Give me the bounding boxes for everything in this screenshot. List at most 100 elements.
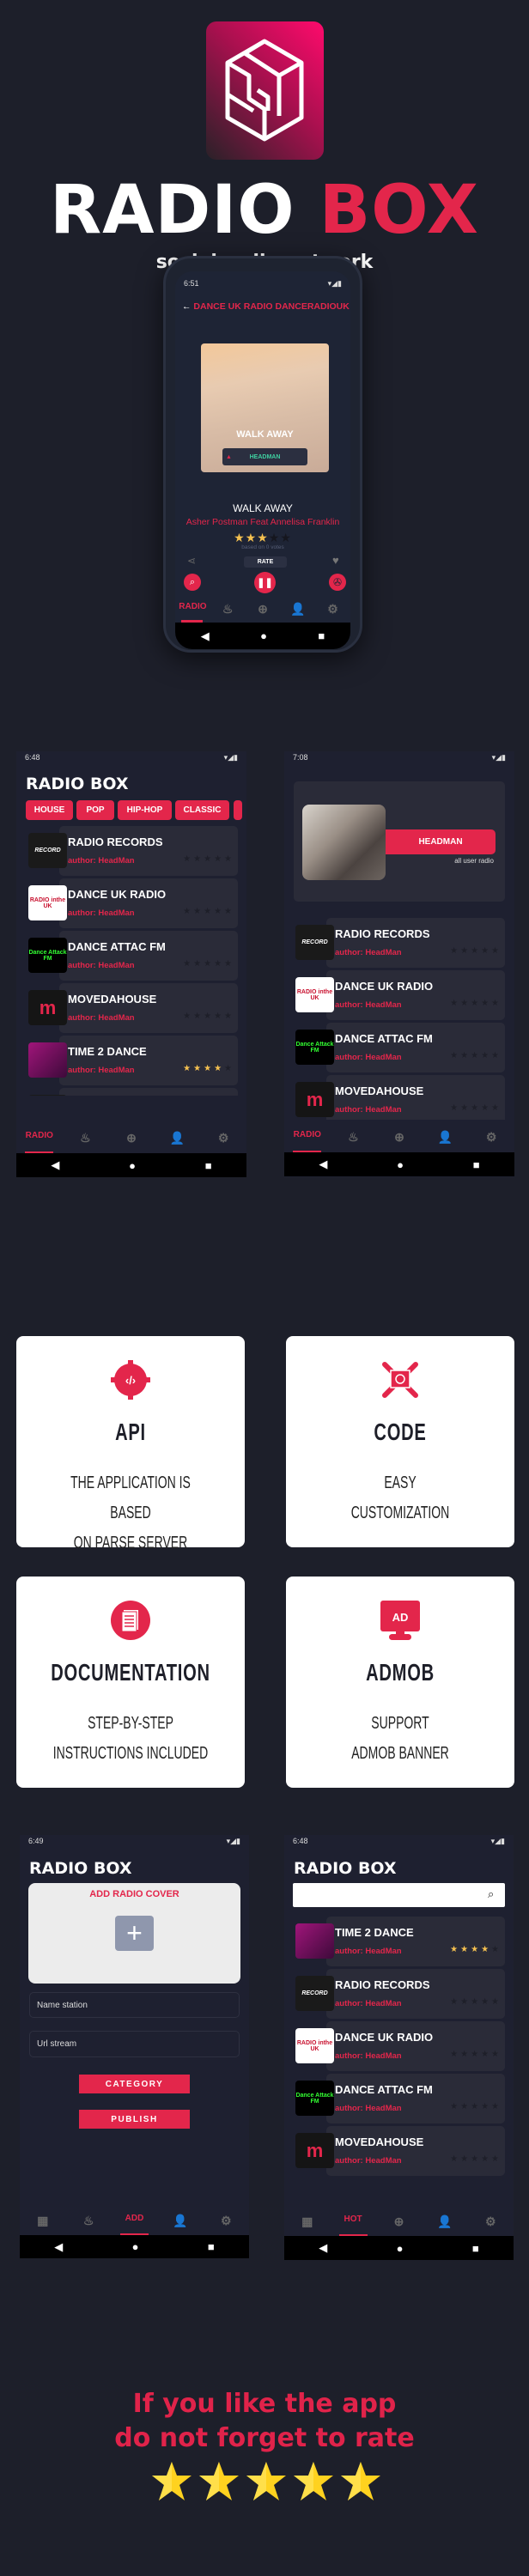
station-card[interactable]: RADIO RECORDS author: HeadMan ★★★★★ xyxy=(59,826,238,876)
station-card[interactable]: DANCE ATTAC FM author: HeadMan ★★★★★ xyxy=(326,1023,505,1072)
star-icon: ★ xyxy=(471,2050,482,2059)
station-card[interactable]: MOVEDAHOUSE author: HeadMan ★★★★★ xyxy=(326,2126,505,2176)
nav-tab-plus-circle[interactable]: ⊕ xyxy=(376,1130,423,1145)
station-card[interactable]: MOVEDAHOUSE author: HeadMan ★★★★★ xyxy=(326,1075,505,1120)
nav-tab-user[interactable]: 👤 xyxy=(422,2215,467,2229)
nav-tab-gear[interactable]: ⚙ xyxy=(204,2214,249,2228)
nav-tab-add[interactable]: ADD xyxy=(112,2214,157,2228)
nav-tab-user[interactable]: 👤 xyxy=(280,602,315,617)
share-icon[interactable]: ⋖ xyxy=(187,555,196,567)
star-icon[interactable]: ★ xyxy=(269,531,281,544)
url-stream-input[interactable]: Url stream xyxy=(29,2031,240,2057)
back-icon[interactable]: ◀ xyxy=(319,2241,327,2255)
plus-icon[interactable]: + xyxy=(115,1916,154,1951)
nav-tab-gear[interactable]: ⚙ xyxy=(468,1130,514,1145)
nav-tab-user[interactable]: 👤 xyxy=(157,2214,203,2228)
home-icon[interactable]: ● xyxy=(397,2242,404,2255)
chip-hip-hop[interactable]: HIP-HOP xyxy=(118,800,172,820)
back-arrow-icon[interactable]: ← xyxy=(182,301,193,312)
star-icon[interactable] xyxy=(198,2461,240,2502)
nav-tab-hot[interactable]: HOT xyxy=(330,2215,375,2229)
recents-icon[interactable]: ■ xyxy=(473,1158,480,1171)
search-button[interactable]: ⌕ xyxy=(184,574,201,591)
nav-tab-user[interactable]: 👤 xyxy=(155,1131,201,1145)
nav-tab-radio[interactable]: RADIO xyxy=(175,602,210,617)
recents-icon[interactable]: ■ xyxy=(208,2240,215,2253)
star-icon[interactable]: ★ xyxy=(246,531,258,544)
reel-icon[interactable]: ✇ xyxy=(329,574,346,591)
user-name-button[interactable]: HEADMAN xyxy=(386,829,496,854)
nav-tab-plus-circle[interactable]: ⊕ xyxy=(108,1131,155,1145)
station-card[interactable]: RADIO RECORDS author: HeadMan ★★★★★ xyxy=(326,1969,505,2019)
station-rating: ★★★★★ xyxy=(450,1945,502,1954)
recents-icon[interactable]: ■ xyxy=(205,1159,212,1172)
gear-icon: ⚙ xyxy=(485,1130,497,1144)
station-card[interactable]: DANCE ATTAC FM author: HeadMan ★★★★★ xyxy=(326,2074,505,2123)
star-icon[interactable] xyxy=(150,2461,193,2502)
nav-tab-speaker[interactable]: ▦ xyxy=(20,2214,65,2228)
station-list: RADIO RECORDS author: HeadMan ★★★★★ RECORD D… xyxy=(16,826,246,1096)
track-artist: Asher Postman Feat Annelisa Franklin xyxy=(185,517,340,527)
station-thumbnail: RECORD xyxy=(28,1095,67,1096)
station-rating: ★★★★★ xyxy=(183,907,234,916)
search-icon[interactable]: ⌕ xyxy=(488,1887,494,1901)
pause-button[interactable]: ❚❚ xyxy=(254,572,276,593)
publish-button[interactable]: PUBLISH xyxy=(79,2110,190,2129)
chip-pop[interactable]: POP xyxy=(76,800,114,820)
nav-tab-gear[interactable]: ⚙ xyxy=(468,2215,514,2229)
brand-title-box: BOX xyxy=(319,172,479,249)
nav-tab-radio[interactable]: RADIO xyxy=(16,1131,63,1145)
star-icon[interactable] xyxy=(292,2461,335,2502)
star-icon[interactable]: ★ xyxy=(234,531,246,544)
station-card[interactable]: MOVEDAHOUSE author: HeadMan ★★★★★ xyxy=(59,983,238,1033)
rating-stars[interactable] xyxy=(150,2461,382,2504)
add-cover-box[interactable]: ADD RADIO COVER + xyxy=(28,1883,240,1984)
station-card[interactable]: TIME 2 DANCE author: HeadMan ★★★★★ xyxy=(59,1036,238,1085)
chip-house[interactable]: HOUSE xyxy=(26,800,73,820)
station-card[interactable]: DANCE UK RADIO author: HeadMan ★★★★★ xyxy=(326,970,505,1020)
nav-tab-user[interactable]: 👤 xyxy=(423,1130,469,1145)
home-icon[interactable]: ● xyxy=(260,629,267,642)
nav-tab-speaker[interactable]: ▦ xyxy=(284,2215,330,2229)
home-icon[interactable]: ● xyxy=(397,1158,404,1171)
recents-icon[interactable]: ■ xyxy=(318,629,325,642)
nav-tab-flame[interactable]: ♨ xyxy=(63,1131,109,1145)
chip-classic[interactable]: CLASSIC xyxy=(175,800,229,820)
star-icon[interactable]: ★ xyxy=(280,531,292,544)
home-icon[interactable]: ● xyxy=(132,2240,139,2253)
track-rating[interactable]: ★★★★★ xyxy=(175,531,350,545)
nav-tab-gear[interactable]: ⚙ xyxy=(200,1131,246,1145)
star-icon[interactable] xyxy=(339,2461,382,2502)
system-nav-bar: ◀ ● ■ xyxy=(284,2236,514,2260)
category-button[interactable]: CATEGORY xyxy=(79,2075,190,2093)
station-card[interactable]: DANCE UK RADIO author: HeadMan ★★★★★ xyxy=(59,878,238,928)
rate-button[interactable]: RATE xyxy=(244,556,287,568)
heart-icon[interactable]: ♥ xyxy=(332,554,339,567)
back-icon[interactable]: ◀ xyxy=(319,1157,327,1171)
nav-tab-plus-circle[interactable]: ⊕ xyxy=(376,2215,422,2229)
nav-tab-flame[interactable]: ♨ xyxy=(210,602,246,617)
chip-more[interactable] xyxy=(234,800,242,820)
station-card[interactable]: TIME 2 DANCE author: HeadMan ★★★★★ xyxy=(326,1917,505,1966)
back-icon[interactable]: ◀ xyxy=(51,1158,59,1172)
station-author: author: HeadMan xyxy=(335,2104,402,2113)
search-input[interactable] xyxy=(293,1883,505,1907)
station-card[interactable]: RADIO RECORDS author: HeadMan ★★★★★ xyxy=(326,918,505,968)
back-icon[interactable]: ◀ xyxy=(201,629,210,643)
nav-tab-gear[interactable]: ⚙ xyxy=(315,602,350,617)
back-icon[interactable]: ◀ xyxy=(54,2240,63,2254)
nav-tab-flame[interactable]: ♨ xyxy=(65,2214,111,2228)
station-card[interactable]: DANCE ATTAC FM author: HeadMan ★★★★★ xyxy=(59,931,238,981)
station-card[interactable]: DANCE UK RADIO author: HeadMan ★★★★★ xyxy=(326,2021,505,2071)
nav-tab-plus-circle[interactable]: ⊕ xyxy=(246,602,281,617)
name-station-input[interactable]: Name station xyxy=(29,1992,240,2018)
star-icon: ★ xyxy=(450,946,461,956)
home-icon[interactable]: ● xyxy=(129,1159,136,1172)
star-icon[interactable] xyxy=(245,2461,288,2502)
station-card[interactable] xyxy=(59,1088,238,1096)
star-icon[interactable]: ★ xyxy=(257,531,269,544)
nav-tab-flame[interactable]: ♨ xyxy=(331,1130,377,1145)
feature-title: ADMOB xyxy=(366,1659,435,1686)
nav-tab-radio[interactable]: RADIO xyxy=(284,1130,331,1145)
recents-icon[interactable]: ■ xyxy=(472,2242,479,2255)
